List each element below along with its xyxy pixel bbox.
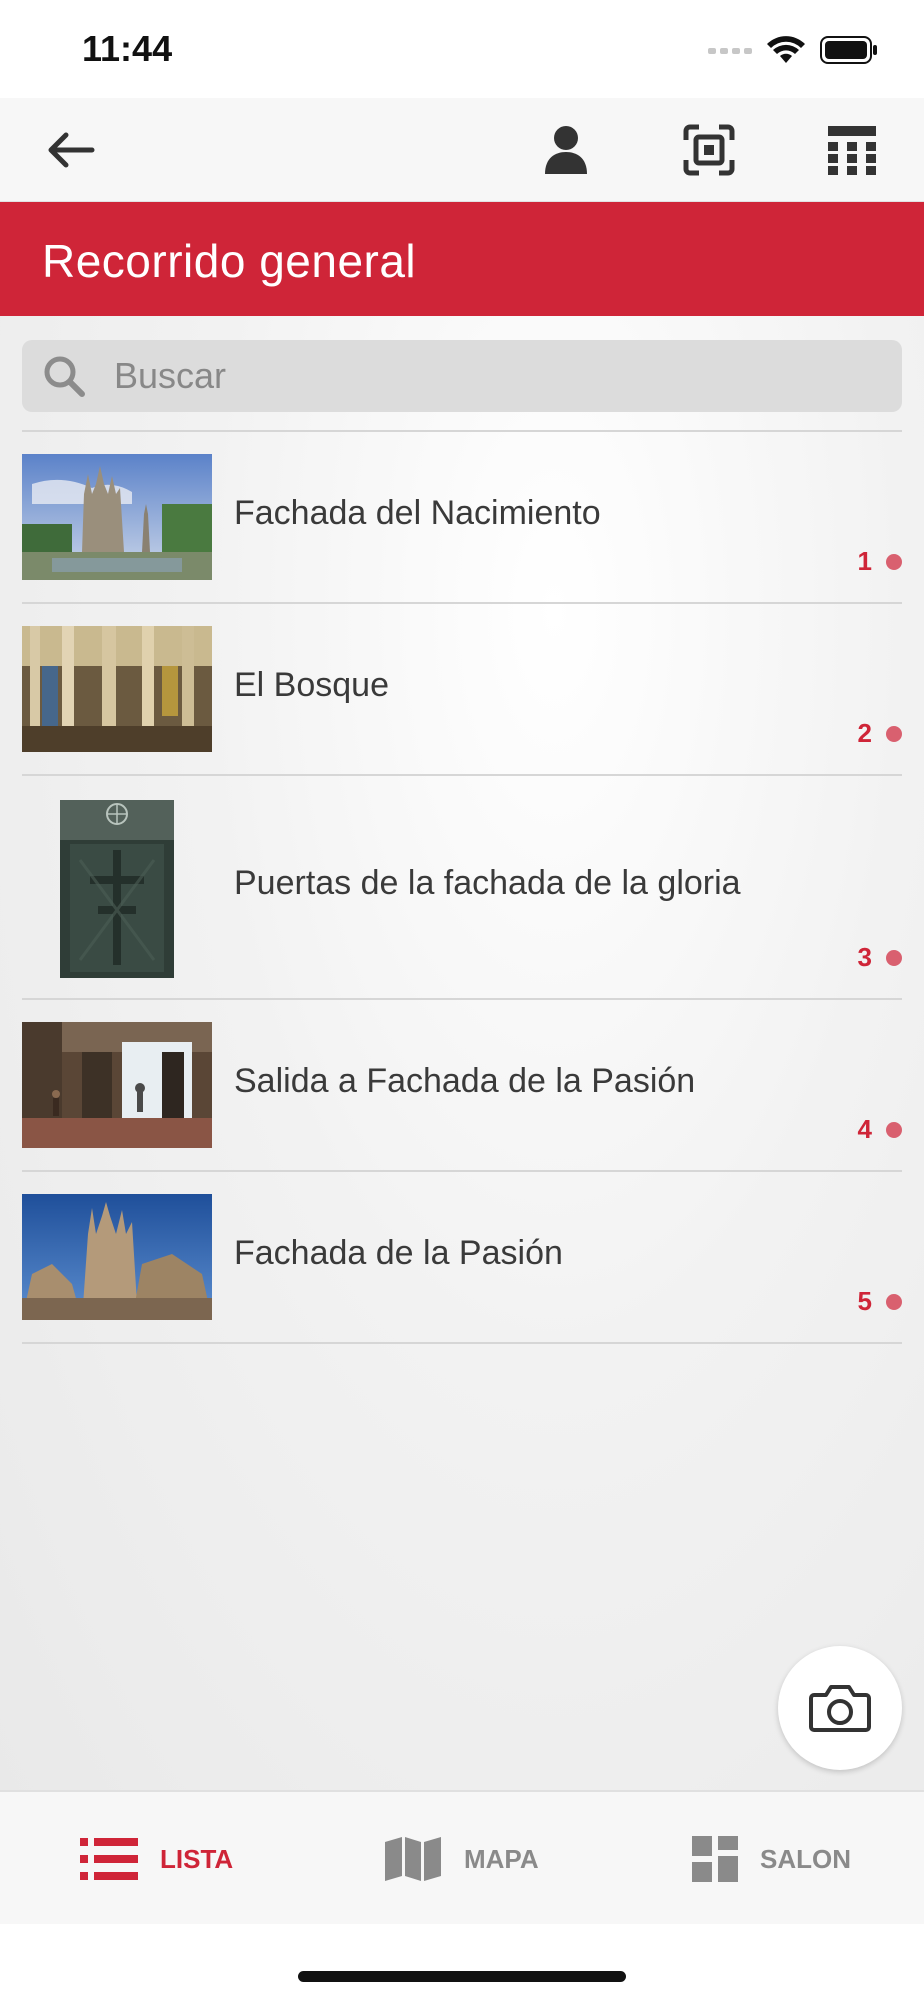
list-item-label: Puertas de la fachada de la gloria [234,864,741,902]
page-title: Recorrido general [42,235,417,287]
tab-mapa-label: MAPA [464,1843,539,1874]
tab-salon[interactable]: SALON [692,1834,851,1884]
cellular-signal-icon [708,48,752,54]
thumbnail-image [60,800,174,978]
camera-icon [809,1685,871,1732]
thumbnail-image [22,1194,212,1320]
tab-salon-label: SALON [760,1843,851,1874]
list-divider [22,1342,902,1344]
status-dot [886,950,902,966]
thumbnail-image [22,454,212,580]
main-content: Fachada del Nacimiento 1 [0,316,924,1790]
list-icon [80,1838,138,1880]
battery-icon [820,36,877,64]
profile-button[interactable] [534,118,598,182]
list-item[interactable]: Fachada de la Pasión 5 [22,1170,902,1342]
wifi-icon [767,36,805,63]
dashboard-icon [692,1836,738,1882]
stop-number: 3 [857,942,872,972]
list-item[interactable]: El Bosque 2 [22,602,902,774]
status-dot [886,726,902,742]
keypad-icon [828,126,876,175]
list-item-label: Fachada de la Pasión [234,1234,563,1272]
scan-button[interactable] [677,118,741,182]
status-dot [886,1122,902,1138]
list-item[interactable]: Fachada del Nacimiento 1 [22,430,902,602]
scan-icon [683,124,735,176]
search-icon [44,356,85,397]
tab-lista[interactable]: LISTA [80,1834,233,1884]
list-item[interactable]: Salida a Fachada de la Pasión 4 [22,998,902,1170]
user-icon [545,126,587,174]
list-item-label: Fachada del Nacimiento [234,494,601,532]
top-toolbar [0,98,924,202]
status-time: 11:44 [82,28,173,69]
search-bar[interactable] [22,340,902,412]
title-bar: Recorrido general [0,202,924,316]
tab-mapa[interactable]: MAPA [384,1834,539,1884]
thumbnail-image [22,1022,212,1148]
tab-lista-label: LISTA [160,1843,234,1874]
bottom-tab-bar: LISTA MAPA SALON [0,1790,924,1924]
status-dot [886,554,902,570]
list-item-label: Salida a Fachada de la Pasión [234,1062,696,1100]
stop-number: 5 [857,1286,872,1316]
status-dot [886,1294,902,1310]
stop-number: 4 [857,1114,872,1144]
back-button[interactable] [38,118,102,182]
list-item-label: El Bosque [234,666,389,704]
list-item[interactable]: Puertas de la fachada de la gloria 3 [22,774,902,998]
search-input[interactable] [114,340,874,412]
home-indicator[interactable] [298,1971,626,1982]
keypad-button[interactable] [820,118,884,182]
status-bar: 11:44 [0,0,924,98]
status-icons [708,34,878,66]
home-indicator-area [0,1924,924,2000]
stop-number: 2 [857,718,872,748]
camera-button[interactable] [778,1646,902,1770]
map-icon [385,1837,441,1881]
stop-number: 1 [857,546,872,576]
thumbnail-image [22,626,212,752]
arrow-left-icon [48,132,95,168]
